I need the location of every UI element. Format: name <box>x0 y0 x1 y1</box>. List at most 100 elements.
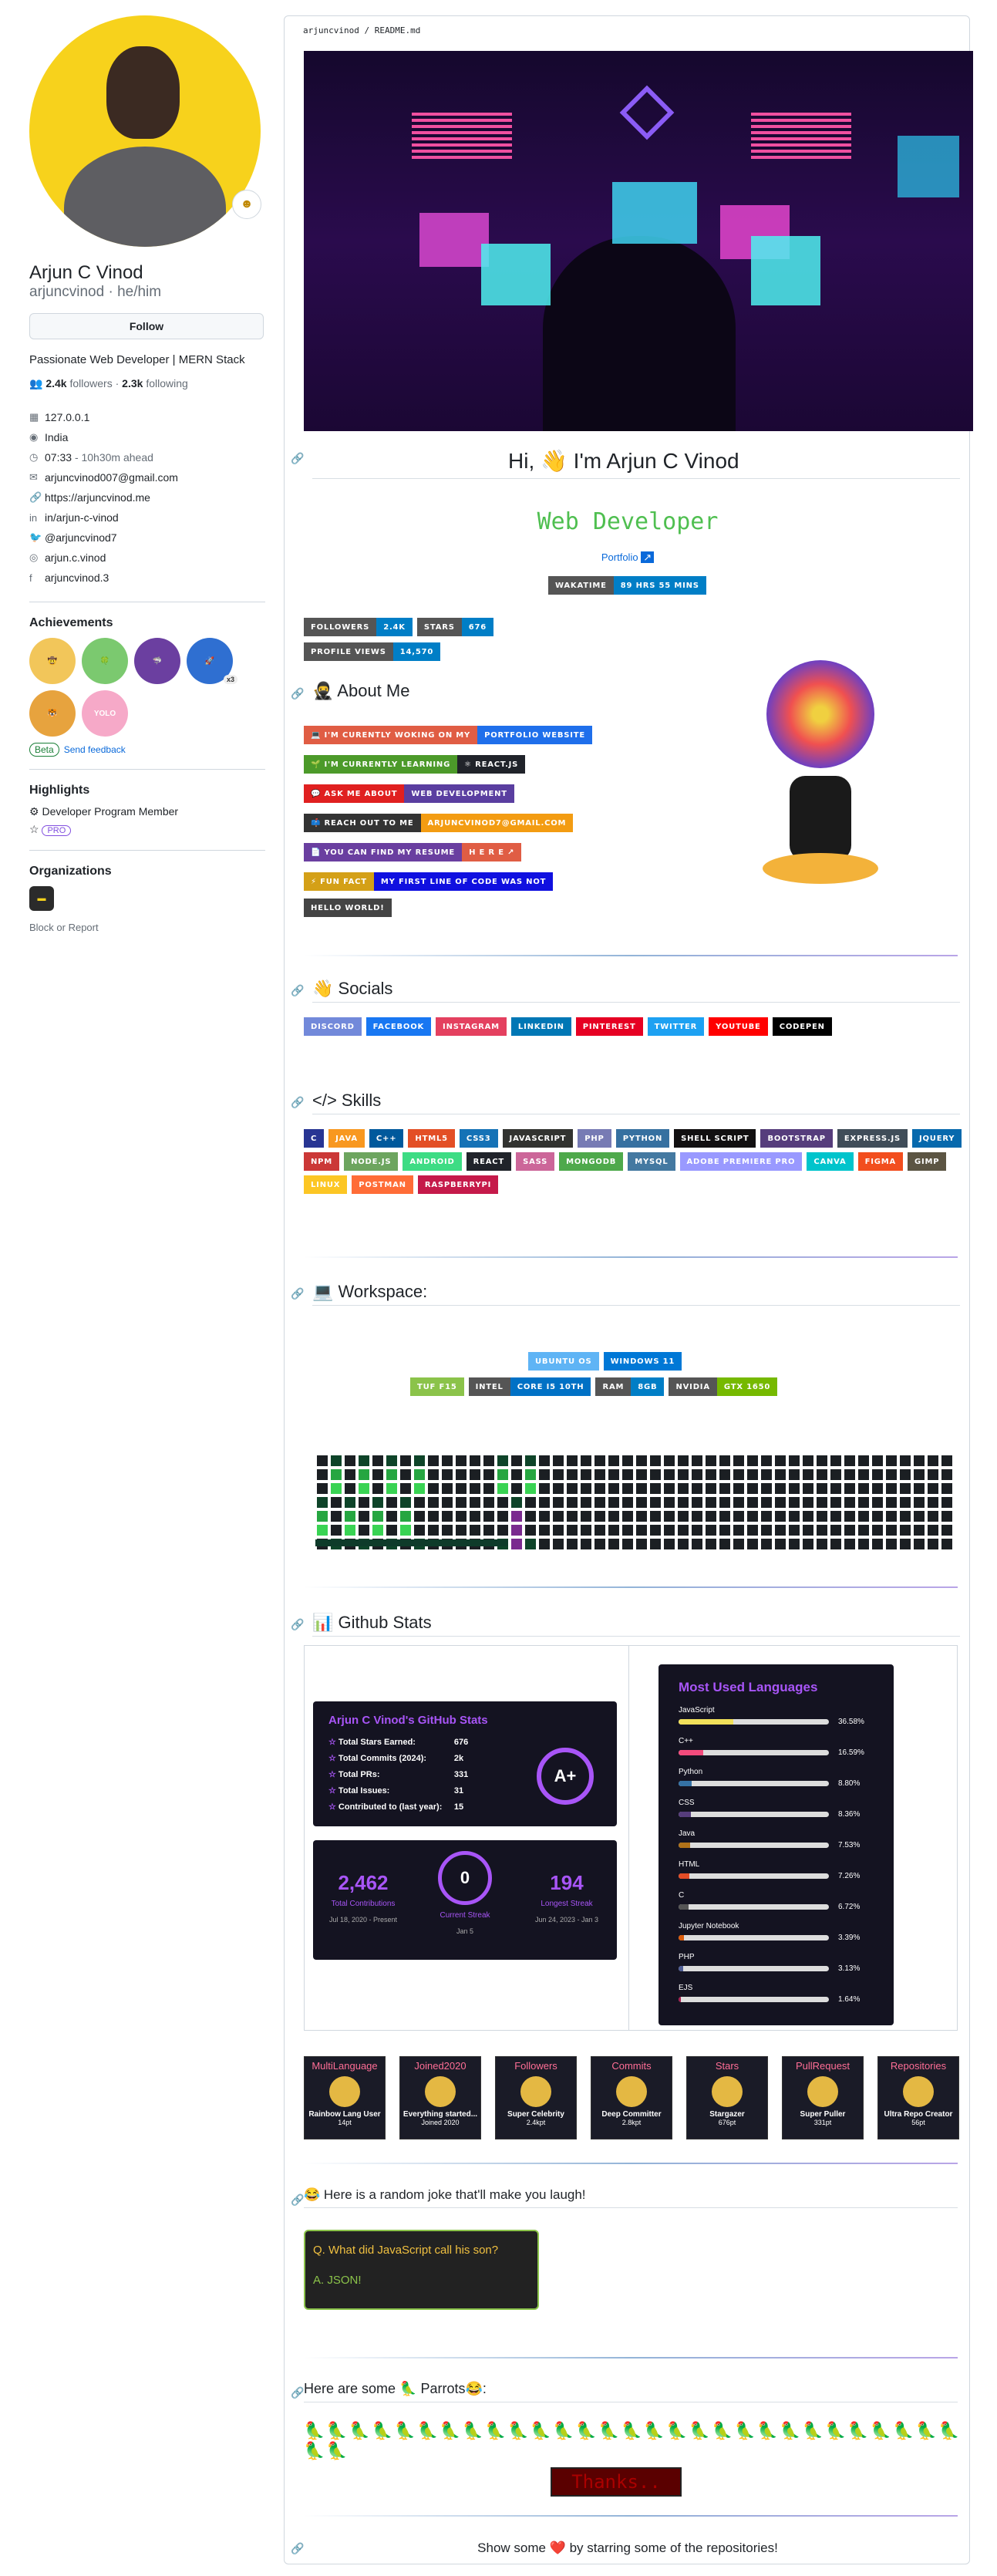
skill-badge[interactable]: ADOBE PREMIERE PRO <box>679 1152 803 1171</box>
skill-badge[interactable]: CSS3 <box>459 1129 498 1148</box>
resume-badge[interactable]: 📄 YOU CAN FIND MY RESUME H E R E ↗ <box>304 843 522 861</box>
organization-avatar[interactable]: ▬ <box>29 886 54 911</box>
skill-badge[interactable]: BOOTSTRAP <box>760 1129 833 1148</box>
fun-fact-badge[interactable]: ⚡ FUN FACT MY FIRST LINE OF CODE WAS NOT <box>304 872 554 891</box>
skill-badge[interactable]: GIMP <box>908 1152 947 1171</box>
achievement-badge[interactable]: 🚀 x3 <box>187 638 237 684</box>
achievement-badge[interactable]: 🍀 <box>82 638 128 684</box>
contribution-cell <box>317 1469 328 1480</box>
skill-badge[interactable]: ANDROID <box>403 1152 462 1171</box>
cpu-badge[interactable]: INTEL CORE I5 10TH <box>468 1377 591 1396</box>
codepen-badge[interactable]: CODEPEN <box>772 1017 832 1036</box>
wakatime-badge[interactable]: WAKATIME 89 HRS 55 MINS <box>548 576 706 595</box>
followers-badge[interactable]: FOLLOWERS 2.4K <box>304 618 413 636</box>
email-link[interactable]: ✉ arjuncvinod007@gmail.com <box>29 467 265 487</box>
followers-count[interactable]: 2.4k <box>45 377 66 389</box>
twitter-badge[interactable]: TWITTER <box>647 1017 705 1036</box>
language-row: Python 8.80% <box>679 1768 861 1788</box>
profile-views-badge[interactable]: PROFILE VIEWS 14,570 <box>304 642 441 661</box>
skill-badge[interactable]: FIGMA <box>857 1152 904 1171</box>
anchor-link-icon[interactable]: 🔗 <box>291 452 304 465</box>
gpu-badge[interactable]: NVIDIA GTX 1650 <box>669 1377 778 1396</box>
contribution-cell <box>719 1539 730 1549</box>
twitter-link[interactable]: 🐦 @arjuncvinod7 <box>29 528 265 548</box>
instagram-link[interactable]: ◎ arjun.c.vinod <box>29 548 265 568</box>
skill-badge[interactable]: PYTHON <box>615 1129 670 1148</box>
trophy-card[interactable]: Joined2020 Everything started... Joined 20… <box>399 2056 481 2139</box>
snake-progress <box>315 1539 508 1546</box>
youtube-badge[interactable]: YOUTUBE <box>709 1017 768 1036</box>
trophy-card[interactable]: Stars Stargazer 676pt <box>686 2056 768 2139</box>
achievement-badge[interactable]: 🤠 <box>29 638 76 684</box>
trophy-card[interactable]: Followers Super Celebrity 2.4kpt <box>495 2056 577 2139</box>
skill-badge[interactable]: CANVA <box>807 1152 854 1171</box>
skill-badge[interactable]: JAVASCRIPT <box>502 1129 574 1148</box>
working-on-badge[interactable]: 💻 I'M CURENTLY WOKING ON MY PORTFOLIO WEB… <box>304 726 593 744</box>
status-emoji-icon[interactable]: ☻ <box>232 190 261 219</box>
contribution-cell <box>789 1539 800 1549</box>
contribution-cell <box>497 1469 508 1480</box>
contribution-cell <box>844 1497 855 1508</box>
skill-badge[interactable]: HTML5 <box>408 1129 455 1148</box>
learning-badge[interactable]: 🌱 I'M CURRENTLY LEARNING ⚛ REACT.JS <box>304 755 526 774</box>
contribution-cell <box>872 1539 883 1549</box>
linkedin-badge[interactable]: LINKEDIN <box>510 1017 571 1036</box>
skill-badge[interactable]: POSTMAN <box>352 1175 413 1194</box>
instagram-badge[interactable]: INSTAGRAM <box>436 1017 507 1036</box>
skill-badge[interactable]: RASPBERRYPI <box>417 1175 499 1194</box>
skill-badge[interactable]: SHELL SCRIPT <box>674 1129 756 1148</box>
following-count[interactable]: 2.3k <box>122 377 143 389</box>
facebook-badge[interactable]: FACEBOOK <box>365 1017 432 1036</box>
trophy-card[interactable]: Repositories Ultra Repo Creator 56pt <box>877 2056 959 2139</box>
email-badge[interactable]: 📫 REACH OUT TO ME ARJUNCVINOD7@GMAIL.COM <box>304 814 574 832</box>
trophy-card[interactable]: Commits Deep Committer 2.8kpt <box>591 2056 672 2139</box>
skill-badge[interactable]: C++ <box>369 1129 404 1148</box>
achievement-badge[interactable]: 🦈 <box>134 638 180 684</box>
skill-badge[interactable]: JAVA <box>328 1129 365 1148</box>
trophy-card[interactable]: PullRequest Super Puller 331pt <box>782 2056 864 2139</box>
contribution-cell <box>775 1539 786 1549</box>
follow-button[interactable]: Follow <box>29 313 264 339</box>
ram-badge[interactable]: RAM 8GB <box>595 1377 665 1396</box>
block-report-link[interactable]: Block or Report <box>29 922 265 933</box>
skill-badge[interactable]: MONGODB <box>559 1152 624 1171</box>
skill-badge[interactable]: EXPRESS.JS <box>837 1129 908 1148</box>
trophy-card[interactable]: MultiLanguage Rainbow Lang User 14pt <box>304 2056 386 2139</box>
website-link[interactable]: 🔗 https://arjuncvinod.me <box>29 487 265 507</box>
contribution-cell <box>928 1483 938 1494</box>
skill-badge[interactable]: SASS <box>516 1152 555 1171</box>
skills-heading: </> Skills <box>312 1091 960 1114</box>
pinterest-badge[interactable]: PINTEREST <box>575 1017 643 1036</box>
linkedin-icon: in <box>29 511 38 524</box>
hello-world-badge[interactable]: HELLO WORLD! <box>304 899 392 917</box>
skill-badge[interactable]: REACT <box>466 1152 512 1171</box>
ask-me-badge[interactable]: 💬 ASK ME ABOUT WEB DEVELOPMENT <box>304 784 514 803</box>
facebook-link[interactable]: f arjuncvinod.3 <box>29 568 265 588</box>
skill-badge[interactable]: NPM <box>304 1152 340 1171</box>
windows-badge[interactable]: WINDOWS 11 <box>603 1352 682 1371</box>
skill-badge[interactable]: LINUX <box>304 1175 348 1194</box>
skill-badge[interactable]: NODE.JS <box>344 1152 399 1171</box>
contribution-cell <box>511 1497 522 1508</box>
portfolio-link[interactable]: Portfolio ↗ <box>285 551 971 564</box>
contribution-cell <box>497 1455 508 1466</box>
skill-badge[interactable]: C <box>304 1129 325 1148</box>
send-feedback-link[interactable]: Send feedback <box>64 744 126 755</box>
avatar[interactable] <box>29 15 261 247</box>
contribution-cell <box>608 1483 619 1494</box>
contribution-cell <box>414 1511 425 1522</box>
language-row: Java 7.53% <box>679 1829 861 1849</box>
contribution-cell <box>428 1497 439 1508</box>
stars-badge[interactable]: STARS 676 <box>416 618 494 636</box>
contribution-cell <box>483 1511 494 1522</box>
skill-badge[interactable]: JQUERY <box>911 1129 962 1148</box>
discord-badge[interactable]: DISCORD <box>304 1017 362 1036</box>
tuf-badge[interactable]: TUF F15 <box>410 1377 464 1396</box>
skill-badge[interactable]: PHP <box>578 1129 611 1148</box>
readme-path[interactable]: arjuncvinod / README.md <box>303 25 420 35</box>
achievement-badge[interactable]: 🐯 <box>29 690 76 737</box>
achievement-badge[interactable]: YOLO <box>82 690 128 737</box>
skill-badge[interactable]: MYSQL <box>628 1152 675 1171</box>
linkedin-link[interactable]: in in/arjun-c-vinod <box>29 507 265 528</box>
ubuntu-badge[interactable]: UBUNTU OS <box>528 1352 599 1371</box>
